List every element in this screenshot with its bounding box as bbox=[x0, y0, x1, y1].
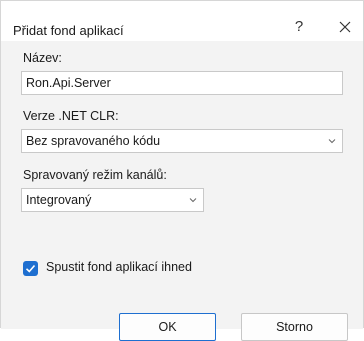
clr-version-label: Verze .NET CLR: bbox=[23, 109, 119, 123]
chevron-down-icon bbox=[189, 198, 197, 203]
name-label: Název: bbox=[23, 51, 62, 65]
checkmark-icon bbox=[25, 264, 36, 273]
pipeline-mode-label: Spravovaný režim kanálů: bbox=[23, 168, 167, 182]
clr-version-value: Bez spravovaného kódu bbox=[26, 134, 161, 148]
chevron-down-icon bbox=[328, 139, 336, 144]
title-bar: Přidat fond aplikací ? bbox=[1, 1, 363, 41]
start-immediately-checkbox[interactable] bbox=[23, 261, 38, 276]
close-button[interactable] bbox=[331, 15, 359, 39]
ok-button[interactable]: OK bbox=[119, 313, 216, 341]
dialog-content: Název: Ron.Api.Server Verze .NET CLR: Be… bbox=[1, 41, 363, 341]
cancel-button[interactable]: Storno bbox=[241, 313, 348, 341]
name-field[interactable]: Ron.Api.Server bbox=[21, 71, 343, 95]
clr-version-select[interactable]: Bez spravovaného kódu bbox=[21, 129, 343, 153]
add-application-pool-dialog: Přidat fond aplikací ? Název: Ron.Api.Se… bbox=[0, 0, 364, 341]
pipeline-mode-select[interactable]: Integrovaný bbox=[21, 188, 204, 212]
pipeline-mode-value: Integrovaný bbox=[26, 193, 92, 207]
help-button[interactable]: ? bbox=[285, 15, 313, 39]
start-immediately-label[interactable]: Spustit fond aplikací ihned bbox=[46, 260, 192, 274]
close-icon bbox=[339, 21, 351, 33]
dialog-title: Přidat fond aplikací bbox=[13, 23, 124, 38]
